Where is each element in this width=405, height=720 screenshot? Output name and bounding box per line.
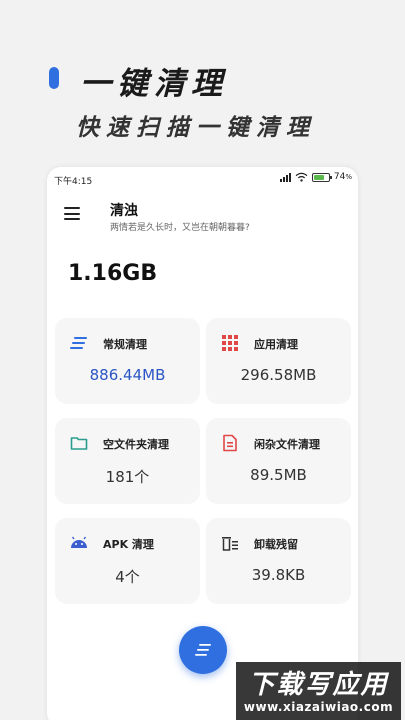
app-subtitle: 两情若是久长时，又岂在朝朝暮暮? <box>110 223 250 233</box>
battery-percent: 74% <box>333 172 352 182</box>
card-uninstall-residue[interactable]: 卸载残留 39.8KB <box>206 518 351 604</box>
card-apk-cleanup[interactable]: APK 清理 4个 <box>55 518 200 604</box>
watermark-logo-text: 下载写应用 <box>248 670 389 700</box>
card-label: 应用清理 <box>254 338 298 351</box>
hamburger-menu-icon[interactable] <box>64 207 80 220</box>
card-label: APK 清理 <box>103 538 154 551</box>
card-label: 闲杂文件清理 <box>254 438 320 451</box>
card-value: 39.8KB <box>251 566 306 584</box>
card-value: 886.44MB <box>89 366 166 384</box>
phone-screen: 下午4:15 74% 清浊 两情若是久长时，又岂在朝朝暮暮? 1.16GB 常规… <box>47 167 358 720</box>
card-value: 4个 <box>115 568 140 586</box>
lines-icon <box>195 644 211 656</box>
card-value: 296.58MB <box>240 366 317 384</box>
folder-icon <box>70 437 88 450</box>
status-bar: 下午4:15 74% <box>47 167 358 189</box>
signal-icon <box>279 172 291 182</box>
watermark: 下载写应用 www.xiazaiwiao.com <box>236 662 401 720</box>
watermark-url: www.xiazaiwiao.com <box>243 700 394 714</box>
promo-subtitle: 快速扫描一键清理 <box>76 114 316 141</box>
card-empty-folder-cleanup[interactable]: 空文件夹清理 181个 <box>55 418 200 504</box>
android-icon <box>71 536 87 548</box>
document-icon <box>223 434 237 452</box>
promo-title: 一键清理 <box>80 66 228 102</box>
wifi-icon <box>295 172 308 182</box>
app-title: 清浊 <box>110 203 138 219</box>
lines-icon <box>70 337 87 349</box>
total-junk-size: 1.16GB <box>68 261 158 286</box>
card-value: 89.5MB <box>250 466 307 484</box>
card-value: 181个 <box>105 468 150 486</box>
promo-accent-bar <box>49 67 59 89</box>
battery-icon <box>311 172 332 182</box>
card-label: 空文件夹清理 <box>103 438 169 451</box>
card-label: 卸载残留 <box>254 538 298 551</box>
card-regular-cleanup[interactable]: 常规清理 886.44MB <box>55 318 200 404</box>
grid-icon <box>222 335 238 351</box>
card-misc-file-cleanup[interactable]: 闲杂文件清理 89.5MB <box>206 418 351 504</box>
status-icons: 74% <box>279 172 352 182</box>
card-app-cleanup[interactable]: 应用清理 296.58MB <box>206 318 351 404</box>
clean-fab-button[interactable] <box>179 626 227 674</box>
trash-list-icon <box>222 537 238 551</box>
status-time: 下午4:15 <box>54 177 93 187</box>
card-label: 常规清理 <box>103 338 147 351</box>
